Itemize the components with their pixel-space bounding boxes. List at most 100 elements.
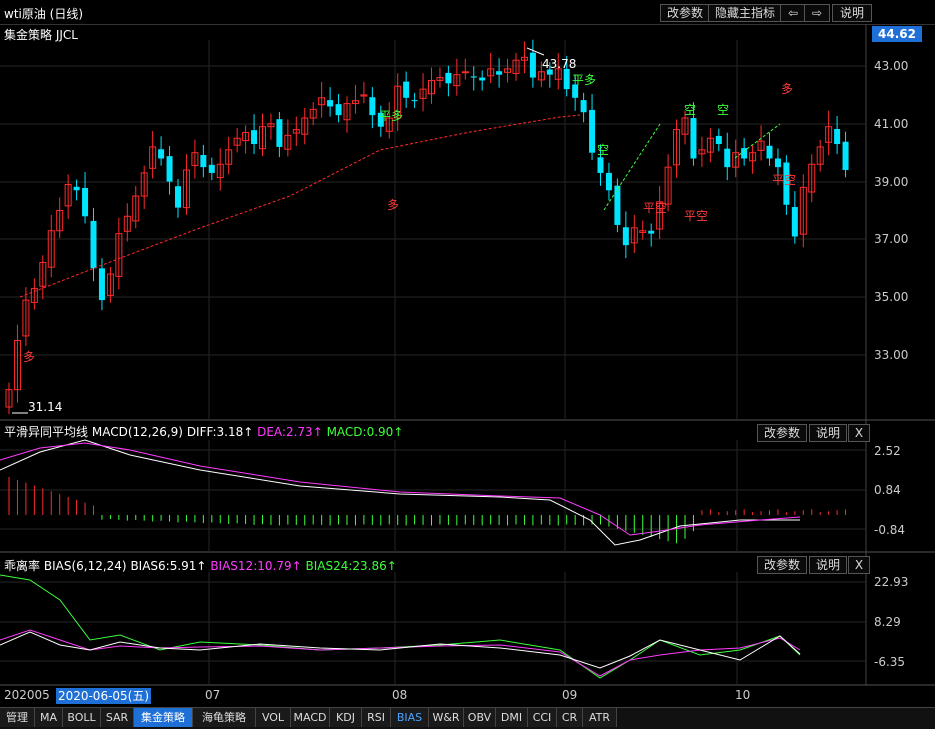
bias-params-button[interactable]: 改参数 — [757, 556, 807, 574]
candle-body — [411, 100, 418, 102]
chart-canvas[interactable] — [0, 0, 935, 728]
bias-y-tick: -6.35 — [874, 655, 906, 669]
bias24-value: BIAS24:23.86↑ — [305, 559, 397, 573]
signal-close-short: 平空 — [684, 209, 709, 223]
macd-help-button[interactable]: 说明 — [809, 424, 847, 442]
candle-body — [529, 52, 536, 78]
tab-vol[interactable]: VOL — [256, 708, 291, 727]
bias-close-icon[interactable]: X — [848, 556, 870, 574]
signal-close-long: 平多 — [379, 109, 404, 123]
high-label: 43.78 — [542, 57, 577, 71]
candle-body — [842, 141, 849, 171]
bias-y-tick: 8.29 — [874, 615, 901, 629]
signal-short: 空 — [597, 143, 610, 157]
x-start-label: 202005 — [4, 688, 50, 702]
bias24-line — [0, 574, 801, 679]
macd-y-tick: 2.52 — [874, 444, 901, 458]
macd-params-button[interactable]: 改参数 — [757, 424, 807, 442]
tab-turtle[interactable]: 海龟策略 — [193, 708, 256, 727]
tab-macd[interactable]: MACD — [291, 708, 330, 727]
tab-kdj[interactable]: KDJ — [330, 708, 362, 727]
candle-body — [158, 149, 165, 159]
x-month-08: 08 — [392, 688, 408, 702]
signal-short: 空 — [684, 103, 697, 117]
tab-boll[interactable]: BOLL — [63, 708, 101, 727]
tab-rsi[interactable]: RSI — [362, 708, 391, 727]
candle-body — [369, 97, 376, 116]
tab-dmi[interactable]: DMI — [496, 708, 528, 727]
low-label: 31.14 — [28, 400, 63, 414]
tab-wr[interactable]: W&R — [429, 708, 464, 727]
tab-bias[interactable]: BIAS — [391, 708, 429, 727]
y-tick-33: 33.00 — [874, 348, 909, 362]
candle-body — [73, 186, 80, 191]
candle-body — [327, 100, 334, 107]
candle-body — [251, 130, 258, 145]
bias-y-tick: 22.93 — [874, 575, 909, 589]
candle-body — [766, 145, 773, 159]
candle-body — [479, 77, 486, 81]
y-tick-35: 35.00 — [874, 290, 909, 304]
candle-body — [605, 172, 612, 191]
candles — [5, 39, 849, 415]
bias-header: 乖离率 BIAS(6,12,24) BIAS6:5.91↑ BIAS12:10.… — [4, 557, 397, 574]
signal-long: 多 — [387, 198, 400, 212]
candle-body — [614, 185, 621, 225]
macd-diff: DIFF:3.18↑ — [186, 425, 254, 439]
candle-body — [589, 109, 596, 153]
candle-body — [82, 187, 89, 217]
signal-close-short: 平空 — [772, 173, 797, 187]
signal-long: 多 — [23, 350, 36, 364]
macd-header: 平滑异同平均线 MACD(12,26,9) DIFF:3.18↑ DEA:2.7… — [4, 423, 403, 440]
bias6-line — [0, 631, 801, 669]
dea-line — [0, 442, 801, 536]
macd-dea: DEA:2.73↑ — [257, 425, 323, 439]
candle-body — [648, 230, 655, 234]
candle-body — [90, 220, 97, 269]
candle-body — [580, 100, 587, 113]
tab-cci[interactable]: CCI — [528, 708, 557, 727]
bias-params: BIAS(6,12,24) — [43, 559, 127, 573]
candle-body — [208, 164, 215, 173]
bias6-value: BIAS6:5.91↑ — [130, 559, 207, 573]
candle-body — [166, 156, 173, 182]
x-month-09: 09 — [562, 688, 578, 702]
y-tick-39: 39.00 — [874, 175, 909, 189]
candle-body — [403, 81, 410, 98]
candle-body — [563, 68, 570, 90]
tab-sar[interactable]: SAR — [101, 708, 134, 727]
indicator-tabs: 管理 MA BOLL SAR 集金策略 海龟策略 VOL MACD KDJ RS… — [0, 707, 935, 729]
candle-body — [597, 157, 604, 173]
x-month-07: 07 — [205, 688, 221, 702]
tab-obv[interactable]: OBV — [464, 708, 496, 727]
tab-manage[interactable]: 管理 — [0, 708, 35, 727]
candle-body — [461, 71, 469, 74]
tab-atr[interactable]: ATR — [583, 708, 617, 727]
tab-jjcl[interactable]: 集金策略 — [134, 708, 193, 727]
signal-long: 多 — [781, 82, 794, 96]
y-tick-41: 41.00 — [874, 117, 909, 131]
signal-close-long: 平多 — [572, 73, 597, 87]
signal-close-short: 平空 — [643, 201, 668, 215]
macd-close-icon[interactable]: X — [848, 424, 870, 442]
candle-body — [690, 118, 697, 159]
candle-body — [98, 268, 105, 301]
bias12-value: BIAS12:10.79↑ — [210, 559, 302, 573]
macd-params: MACD(12,26,9) — [91, 425, 183, 439]
x-month-10: 10 — [735, 688, 751, 702]
tab-ma[interactable]: MA — [35, 708, 63, 727]
tab-cr[interactable]: CR — [557, 708, 583, 727]
signal-short: 空 — [717, 103, 730, 117]
y-tick-37: 37.00 — [874, 232, 909, 246]
candle-body — [276, 119, 283, 147]
candle-body — [834, 129, 841, 145]
bias-help-button[interactable]: 说明 — [809, 556, 847, 574]
candle-body — [175, 186, 181, 208]
candle-body — [715, 135, 722, 145]
bias-chart — [0, 574, 801, 679]
candle-body — [445, 72, 452, 84]
selected-date: 2020-06-05(五) — [56, 688, 151, 704]
candle-body — [470, 76, 477, 78]
candle-body — [200, 155, 207, 168]
candle-body — [774, 158, 781, 168]
